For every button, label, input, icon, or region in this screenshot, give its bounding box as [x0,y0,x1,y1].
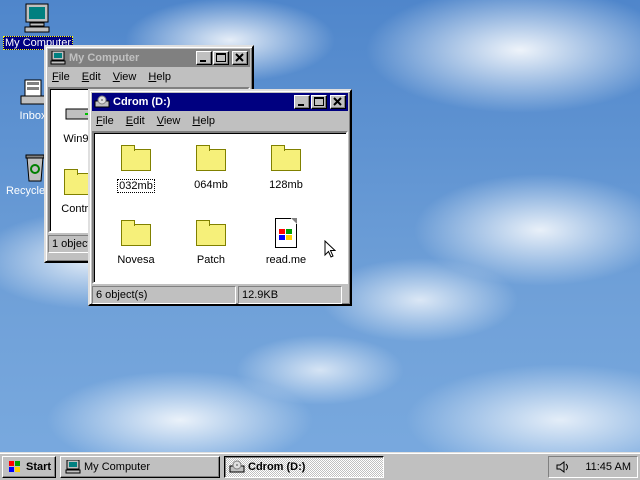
speaker-icon[interactable] [555,460,573,474]
start-label: Start [26,460,52,473]
close-icon [235,53,244,62]
document-item[interactable]: read.me [250,218,322,266]
desktop-icon-my-computer[interactable]: My Computer [3,2,74,50]
close-button[interactable] [330,95,346,109]
folder-item[interactable]: Novesa [100,218,172,266]
folder-icon [120,143,152,175]
menu-help[interactable]: Help [148,71,171,83]
minimize-button[interactable] [196,51,212,65]
minimize-icon [298,104,304,106]
menu-file[interactable]: File [96,115,114,127]
folder-item[interactable]: 064mb [175,143,247,191]
folder-item[interactable]: 128mb [250,143,322,191]
close-button[interactable] [232,51,248,65]
system-tray: 11:45 AM [548,455,638,478]
menu-view[interactable]: View [157,115,181,127]
menu-help[interactable]: Help [192,115,215,127]
folder-icon [270,143,302,175]
menu-edit[interactable]: Edit [126,115,145,127]
minimize-button[interactable] [294,95,310,109]
computer-icon [50,50,66,65]
folder-icon [120,218,152,250]
folder-icon [195,143,227,175]
status-size: 12.9KB [238,286,342,304]
item-label: 128mb [269,179,303,191]
item-label: Novesa [117,254,155,266]
task-label: Cdrom (D:) [248,460,306,473]
computer-icon [65,459,81,474]
clock[interactable]: 11:45 AM [585,461,631,473]
window-title: Cdrom (D:) [113,96,171,108]
item-label: Patch [196,254,226,266]
status-count: 6 object(s) [92,286,236,304]
maximize-button[interactable] [311,95,327,109]
task-label: My Computer [84,460,151,473]
menu-bar: File Edit View Help [48,67,250,87]
title-bar[interactable]: Cdrom (D:) [92,93,348,111]
menu-bar: File Edit View Help [92,111,348,131]
title-bar[interactable]: My Computer [48,49,250,67]
cdrom-drive-icon [94,95,110,109]
maximize-icon [216,53,226,62]
document-icon [270,218,302,250]
menu-view[interactable]: View [113,71,137,83]
computer-icon [22,2,54,34]
folder-icon [195,218,227,250]
item-label: 032mb [117,179,155,193]
status-bar: 6 object(s) 12.9KB [92,286,348,304]
item-label: read.me [265,254,307,266]
file-view: 032mb 064mb 128mb Novesa Patch read.me [92,131,348,284]
folder-item[interactable]: Patch [175,218,247,266]
menu-file[interactable]: File [52,71,70,83]
minimize-icon [200,60,206,62]
folder-item[interactable]: 032mb [100,143,172,193]
taskbar: Start My Computer Cdrom (D:) 11:45 AM [0,452,640,480]
task-button-my-computer[interactable]: My Computer [60,455,220,478]
item-label: 064mb [194,179,228,191]
cdrom-drive-icon [229,460,245,474]
window-title: My Computer [69,52,140,64]
start-button[interactable]: Start [2,455,56,478]
close-icon [333,97,342,106]
maximize-icon [314,97,324,106]
cdrom-window[interactable]: Cdrom (D:) File Edit View Help 032mb 064… [88,89,352,306]
maximize-button[interactable] [213,51,229,65]
mouse-cursor-icon [324,239,337,262]
task-button-cdrom[interactable]: Cdrom (D:) [224,455,384,478]
menu-edit[interactable]: Edit [82,71,101,83]
windows-logo-icon [7,460,23,474]
